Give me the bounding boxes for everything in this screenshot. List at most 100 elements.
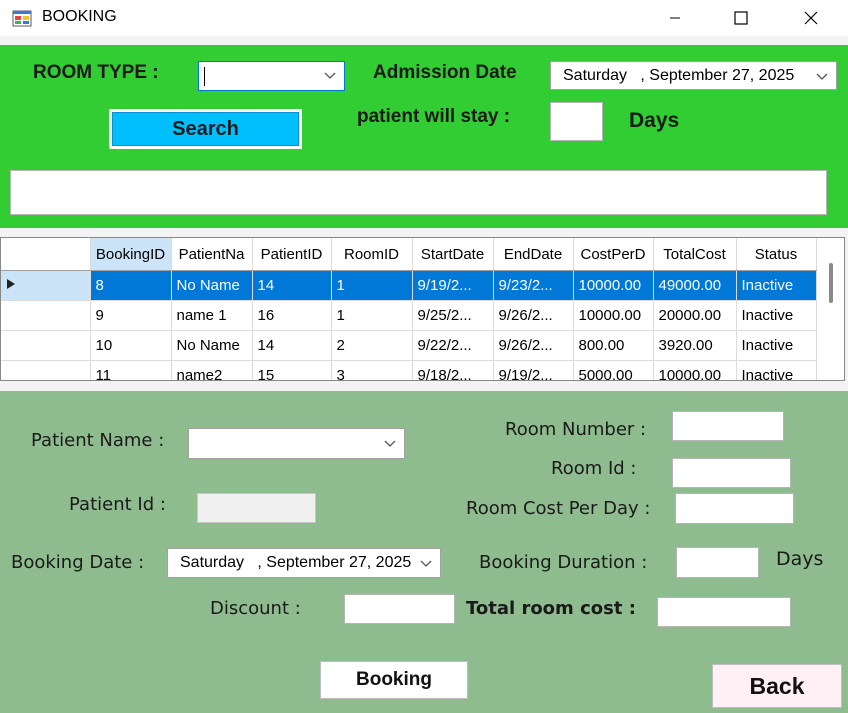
table-cell[interactable]: 15 [252, 360, 332, 380]
close-icon [804, 11, 818, 25]
table-cell[interactable]: 1 [331, 300, 413, 331]
table-row[interactable]: 11 name2 15 3 9/18/2... 9/19/2... 5000.0… [1, 360, 817, 380]
table-cell[interactable]: 11 [90, 360, 172, 380]
patient-id-field [197, 493, 316, 523]
table-cell[interactable]: name2 [171, 360, 253, 380]
window-title: BOOKING [42, 8, 117, 25]
table-cell[interactable]: 9/26/2... [493, 330, 574, 361]
admission-date-value: Saturday , September 27, 2025 [563, 66, 795, 84]
column-header[interactable]: Status [736, 238, 817, 271]
table-cell[interactable]: 9 [90, 300, 172, 331]
table-row[interactable]: 8 No Name 14 1 9/19/2... 9/23/2... 10000… [1, 270, 817, 301]
room-type-label: ROOM TYPE : [33, 62, 159, 83]
table-cell[interactable]: 10000.00 [573, 300, 654, 331]
booking-duration-label: Booking Duration : [479, 552, 648, 573]
vertical-scrollbar[interactable] [818, 238, 844, 380]
search-button[interactable]: Search [109, 109, 302, 149]
title-bar: BOOKING [0, 0, 848, 36]
chevron-down-icon [384, 440, 396, 447]
chevron-down-icon [816, 73, 828, 80]
table-cell[interactable]: name 1 [171, 300, 253, 331]
table-cell[interactable]: 9/19/2... [412, 270, 494, 301]
table-row[interactable]: 9 name 1 16 1 9/25/2... 9/26/2... 10000.… [1, 300, 817, 331]
column-header[interactable]: BookingID [90, 238, 172, 271]
bookings-grid[interactable]: BookingID PatientNa PatientID RoomID Sta… [0, 237, 845, 381]
grid-header-row: BookingID PatientNa PatientID RoomID Sta… [1, 238, 817, 271]
column-header[interactable]: EndDate [493, 238, 574, 271]
chevron-down-icon [324, 72, 336, 79]
table-row[interactable]: 10 No Name 14 2 9/22/2... 9/26/2... 800.… [1, 330, 817, 361]
table-cell[interactable]: 10000.00 [573, 270, 654, 301]
booking-date-value: Saturday , September 27, 2025 [180, 554, 412, 571]
table-cell[interactable]: 9/23/2... [493, 270, 574, 301]
booking-duration-input[interactable] [676, 547, 759, 578]
table-cell[interactable]: Inactive [736, 360, 817, 380]
stay-days-input[interactable] [550, 102, 603, 141]
total-cost-input[interactable] [657, 597, 791, 627]
table-cell[interactable]: 9/22/2... [412, 330, 494, 361]
booking-form-panel: Patient Name : Patient Id : Room Number … [0, 391, 848, 713]
discount-label: Discount : [210, 598, 301, 619]
patient-name-label: Patient Name : [31, 430, 165, 451]
booking-date-picker[interactable]: Saturday , September 27, 2025 [167, 548, 441, 578]
back-button[interactable]: Back [712, 664, 842, 708]
booking-button[interactable]: Booking [320, 661, 468, 699]
table-cell[interactable]: 8 [90, 270, 172, 301]
table-cell[interactable]: Inactive [736, 330, 817, 361]
total-cost-label: Total room cost : [466, 598, 636, 619]
room-id-input[interactable] [672, 458, 791, 488]
row-header[interactable] [1, 330, 91, 361]
table-cell[interactable]: 3920.00 [653, 330, 737, 361]
table-cell[interactable]: Inactive [736, 270, 817, 301]
booking-duration-unit: Days [776, 548, 824, 570]
table-cell[interactable]: Inactive [736, 300, 817, 331]
table-cell[interactable]: No Name [171, 270, 253, 301]
column-header[interactable]: CostPerD [573, 238, 654, 271]
room-number-label: Room Number : [505, 419, 647, 440]
column-header[interactable]: RoomID [331, 238, 413, 271]
row-header[interactable] [1, 270, 91, 301]
row-header[interactable] [1, 360, 91, 380]
admission-date-label: Admission Date [373, 62, 517, 83]
room-id-label: Room Id : [551, 458, 637, 479]
column-header[interactable]: PatientNa [171, 238, 253, 271]
column-header[interactable]: PatientID [252, 238, 332, 271]
table-cell[interactable]: No Name [171, 330, 253, 361]
minimize-button[interactable] [652, 0, 698, 36]
chevron-down-icon [420, 560, 432, 567]
column-header[interactable]: StartDate [412, 238, 494, 271]
table-cell[interactable]: 2 [331, 330, 413, 361]
search-panel: ROOM TYPE : Admission Date Saturday , Se… [0, 45, 848, 228]
discount-input[interactable] [344, 594, 455, 624]
table-cell[interactable]: 9/18/2... [412, 360, 494, 380]
table-cell[interactable]: 800.00 [573, 330, 654, 361]
patient-name-dropdown[interactable] [188, 428, 405, 459]
room-cost-input[interactable] [675, 493, 794, 524]
stay-label: patient will stay : [357, 106, 511, 127]
table-cell[interactable]: 20000.00 [653, 300, 737, 331]
table-cell[interactable]: 49000.00 [653, 270, 737, 301]
room-number-input[interactable] [672, 411, 784, 441]
table-cell[interactable]: 9/26/2... [493, 300, 574, 331]
table-cell[interactable]: 14 [252, 270, 332, 301]
room-type-dropdown[interactable] [198, 61, 345, 91]
maximize-button[interactable] [718, 0, 764, 36]
table-cell[interactable]: 16 [252, 300, 332, 331]
table-cell[interactable]: 3 [331, 360, 413, 380]
app-window-icon [12, 9, 32, 27]
table-cell[interactable]: 14 [252, 330, 332, 361]
table-cell[interactable]: 10 [90, 330, 172, 361]
current-row-arrow-icon [7, 279, 15, 289]
table-cell[interactable]: 9/19/2... [493, 360, 574, 380]
table-cell[interactable]: 9/25/2... [412, 300, 494, 331]
close-button[interactable] [788, 0, 834, 36]
search-result-field[interactable] [10, 170, 827, 215]
patient-id-label: Patient Id : [69, 494, 166, 515]
table-cell[interactable]: 10000.00 [653, 360, 737, 380]
scrollbar-thumb[interactable] [829, 263, 833, 303]
row-header[interactable] [1, 300, 91, 331]
column-header[interactable]: TotalCost [653, 238, 737, 271]
admission-date-picker[interactable]: Saturday , September 27, 2025 [550, 61, 837, 90]
table-cell[interactable]: 1 [331, 270, 413, 301]
table-cell[interactable]: 5000.00 [573, 360, 654, 380]
